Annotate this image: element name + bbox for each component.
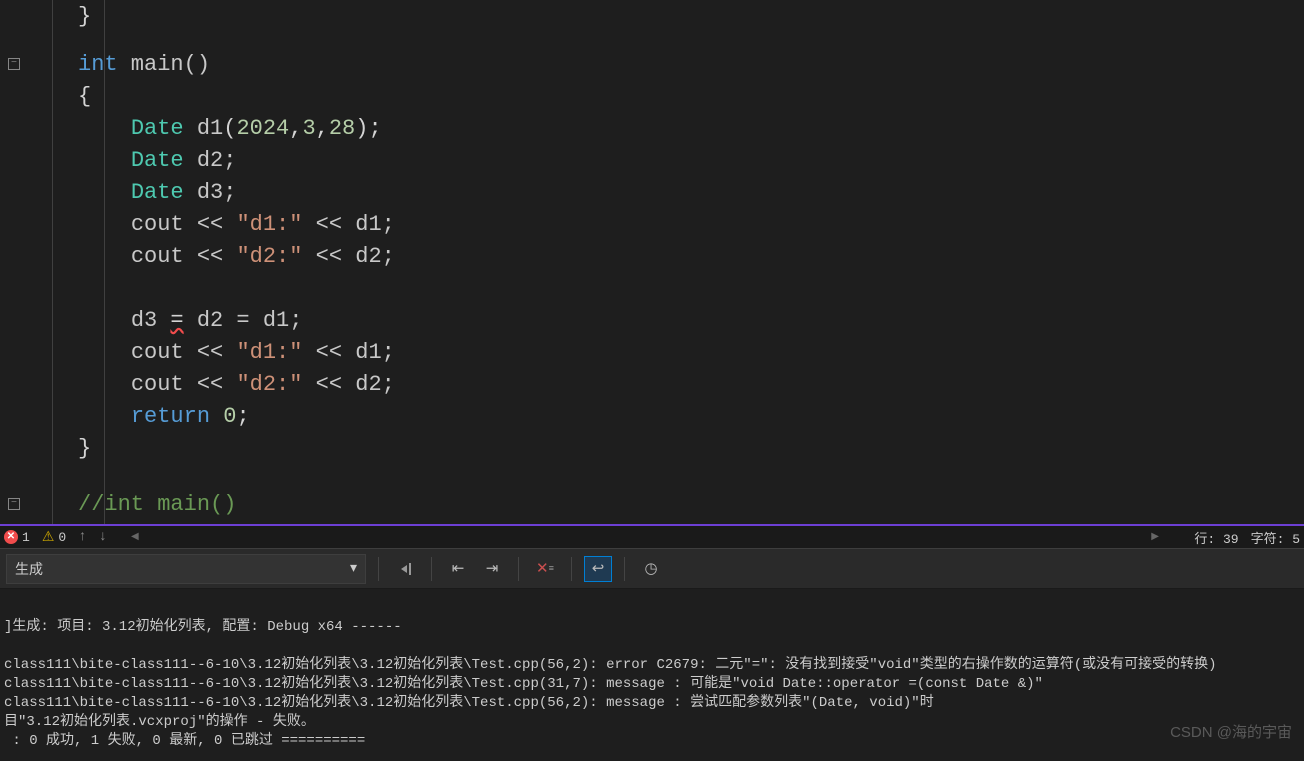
number: 0 bbox=[223, 404, 236, 429]
code-text: d2; bbox=[184, 148, 237, 173]
code-text: d1 bbox=[184, 116, 224, 141]
dropdown-label: 生成 bbox=[15, 559, 43, 579]
code-text: << d2; bbox=[302, 372, 394, 397]
number: 28 bbox=[329, 116, 355, 141]
output-line: 目"3.12初始化列表.vcxproj"的操作 - 失败。 bbox=[4, 714, 315, 730]
error-squiggle: = bbox=[170, 308, 183, 333]
indent-right-icon[interactable]: ⇥ bbox=[478, 556, 506, 582]
code-text: d3 bbox=[131, 308, 171, 333]
nav-down-icon[interactable]: ↓ bbox=[99, 529, 107, 545]
output-line: class111\bite-class111--6-10\3.12初始化列表\3… bbox=[4, 657, 1217, 673]
line-label: 行: bbox=[1194, 532, 1215, 547]
scroll-left-icon[interactable]: ◀ bbox=[131, 531, 139, 543]
error-count-value: 1 bbox=[22, 530, 30, 545]
error-count[interactable]: ✕ 1 bbox=[4, 530, 30, 545]
line-value: 39 bbox=[1223, 532, 1239, 547]
type: Date bbox=[131, 180, 184, 205]
output-line: class111\bite-class111--6-10\3.12初始化列表\3… bbox=[4, 695, 934, 711]
string: "d2:" bbox=[236, 244, 302, 269]
space bbox=[210, 404, 223, 429]
char-label: 字符: bbox=[1251, 532, 1285, 547]
code-text: d2 = d1; bbox=[184, 308, 303, 333]
code-editor[interactable]: } −int main() { Date d1(2024,3,28); Date… bbox=[0, 0, 1304, 524]
fold-icon[interactable]: − bbox=[8, 498, 20, 510]
keyword: int bbox=[78, 52, 118, 77]
code-text: << d1; bbox=[302, 340, 394, 365]
output-toolbar: 生成 ▾ ⇤ ⇥ ✕≡ ↩ ◷ bbox=[0, 549, 1304, 589]
punc: ( bbox=[223, 116, 236, 141]
code-text: cout << bbox=[131, 244, 237, 269]
code-text: << d1; bbox=[302, 212, 394, 237]
go-to-prev-icon[interactable] bbox=[391, 556, 419, 582]
punc: ; bbox=[236, 404, 249, 429]
punc: , bbox=[289, 116, 302, 141]
code-text: cout << bbox=[131, 340, 237, 365]
output-filter-dropdown[interactable]: 生成 ▾ bbox=[6, 554, 366, 584]
warning-count[interactable]: ⚠ 0 bbox=[42, 529, 66, 546]
nav-up-icon[interactable]: ↑ bbox=[78, 529, 86, 545]
string: "d1:" bbox=[236, 340, 302, 365]
code-text: } bbox=[78, 436, 91, 461]
code-text: cout << bbox=[131, 372, 237, 397]
number: 2024 bbox=[236, 116, 289, 141]
scroll-right-icon[interactable]: ▶ bbox=[1151, 531, 1159, 543]
indent-left-icon[interactable]: ⇤ bbox=[444, 556, 472, 582]
code-text: d3; bbox=[184, 180, 237, 205]
fold-icon[interactable]: − bbox=[8, 58, 20, 70]
number: 3 bbox=[302, 116, 315, 141]
char-value: 5 bbox=[1292, 532, 1300, 547]
comment: //int main() bbox=[78, 492, 236, 517]
code-text: << d2; bbox=[302, 244, 394, 269]
status-bar: ✕ 1 ⚠ 0 ↑ ↓ ◀ ▶ 行: 39 字符: 5 bbox=[0, 524, 1304, 548]
history-icon[interactable]: ◷ bbox=[637, 556, 665, 582]
punc: , bbox=[316, 116, 329, 141]
code-text: cout << bbox=[131, 212, 237, 237]
string: "d1:" bbox=[236, 212, 302, 237]
code-text: { bbox=[78, 84, 91, 109]
error-icon: ✕ bbox=[4, 530, 18, 544]
output-panel: 生成 ▾ ⇤ ⇥ ✕≡ ↩ ◷ ]生成: 项目: 3.12初始化列表, 配置: … bbox=[0, 548, 1304, 756]
output-text[interactable]: ]生成: 项目: 3.12初始化列表, 配置: Debug x64 ------… bbox=[0, 589, 1304, 761]
chevron-down-icon: ▾ bbox=[350, 560, 357, 577]
output-line: ]生成: 项目: 3.12初始化列表, 配置: Debug x64 ------ bbox=[4, 619, 402, 635]
clear-icon[interactable]: ✕≡ bbox=[531, 556, 559, 582]
keyword: return bbox=[131, 404, 210, 429]
warning-icon: ⚠ bbox=[42, 529, 55, 546]
output-line: : 0 成功, 1 失败, 0 最新, 0 已跳过 ========== bbox=[4, 733, 365, 749]
string: "d2:" bbox=[236, 372, 302, 397]
output-line: class111\bite-class111--6-10\3.12初始化列表\3… bbox=[4, 676, 1043, 692]
code-text: main() bbox=[118, 52, 210, 77]
code-text: } bbox=[78, 4, 91, 29]
type: Date bbox=[131, 116, 184, 141]
punc: ); bbox=[355, 116, 381, 141]
word-wrap-icon[interactable]: ↩ bbox=[584, 556, 612, 582]
warning-count-value: 0 bbox=[58, 530, 66, 545]
type: Date bbox=[131, 148, 184, 173]
